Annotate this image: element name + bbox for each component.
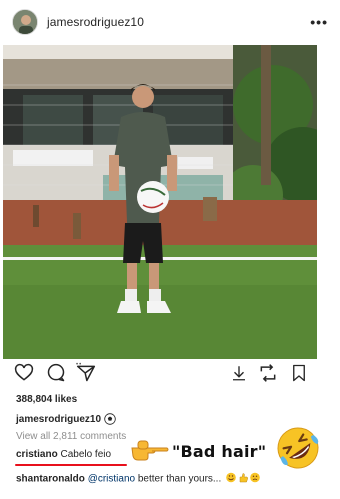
comment-text: Cabelo feio <box>60 449 112 460</box>
red-underline-annotation <box>15 464 127 466</box>
like-count[interactable]: 388,804 likes <box>16 394 77 405</box>
comment-item: cristiano Cabelo feio <box>16 449 111 460</box>
view-all-comments-link[interactable]: View all 2,811 comments <box>16 431 126 442</box>
avatar[interactable] <box>12 9 38 35</box>
rofl-emoji-icon <box>274 424 322 477</box>
caption-username[interactable]: jamesrodriguez10 <box>16 414 101 425</box>
download-icon[interactable] <box>230 363 248 388</box>
post-username[interactable]: jamesrodriguez10 <box>47 15 144 29</box>
comment-icon[interactable] <box>46 363 66 388</box>
bad-hair-annotation: "Bad hair" <box>172 442 267 461</box>
emoji-group-icon <box>226 472 262 486</box>
caption: jamesrodriguez10 <box>16 413 116 425</box>
bookmark-icon[interactable] <box>290 363 308 388</box>
comment-text: better than yours... <box>135 473 222 485</box>
action-bar <box>0 363 340 389</box>
share-icon[interactable] <box>76 363 96 388</box>
comment-username[interactable]: shantaronaldo <box>16 474 85 485</box>
comment-item: shantaronaldo @cristiano better than you… <box>16 472 262 486</box>
repost-icon[interactable] <box>258 363 278 388</box>
heart-icon[interactable] <box>14 363 34 388</box>
soccer-ball-icon <box>104 413 116 425</box>
comment-username[interactable]: cristiano <box>16 449 58 460</box>
pointing-hand-icon <box>130 438 170 467</box>
more-options-button[interactable]: ••• <box>310 14 328 30</box>
post-header: jamesrodriguez10 ••• <box>0 0 340 44</box>
comment-mention[interactable]: @cristiano <box>88 474 135 485</box>
post-photo[interactable] <box>3 45 317 359</box>
